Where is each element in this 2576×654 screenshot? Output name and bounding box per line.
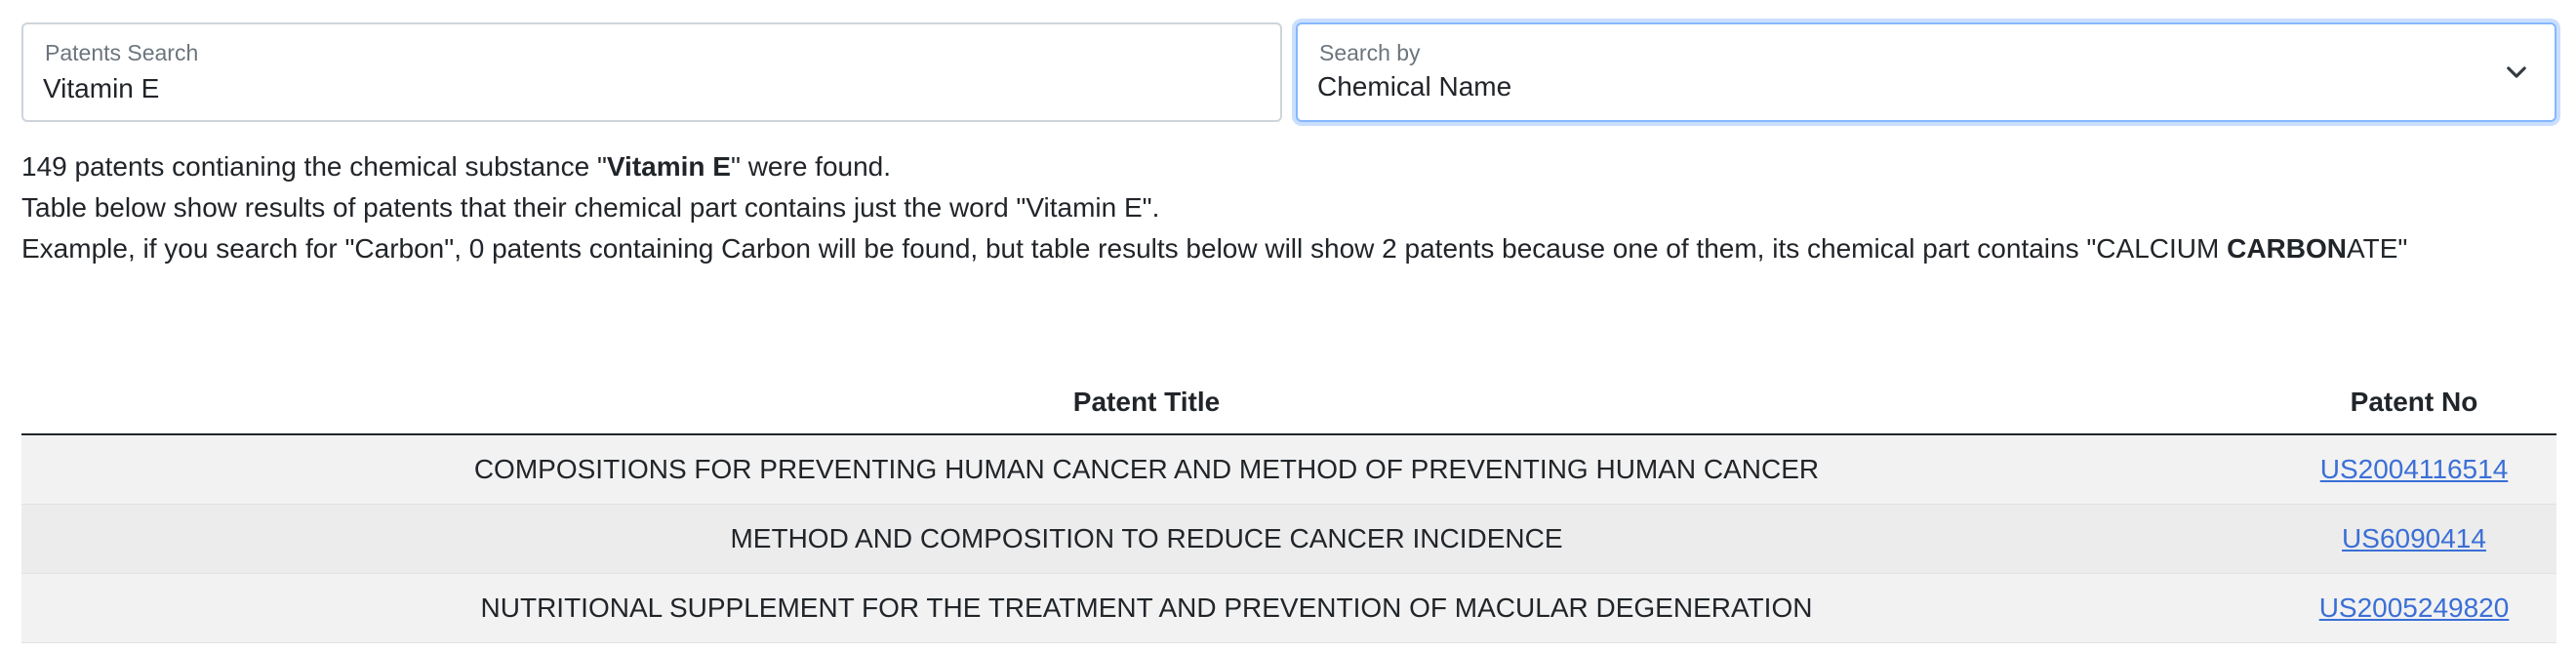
patent-link[interactable]: US2004116514 <box>2320 454 2509 484</box>
patents-table: Patent Title Patent No COMPOSITIONS FOR … <box>21 371 2556 643</box>
patent-no-cell: US6090414 <box>2272 504 2556 574</box>
search-by-selected-value: Chemical Name <box>1317 71 1512 102</box>
chevron-down-icon[interactable] <box>2506 61 2527 83</box>
page: Patents Search Search by Chemical Name 1… <box>0 0 2576 654</box>
patent-link[interactable]: US6090414 <box>2342 523 2486 553</box>
table-row: METHOD AND COMPOSITION TO REDUCE CANCER … <box>21 504 2556 574</box>
results-count: 149 <box>21 151 67 182</box>
patent-no-cell: US2005249820 <box>2272 573 2556 643</box>
table-row: COMPOSITIONS FOR PREVENTING HUMAN CANCER… <box>21 434 2556 505</box>
search-by-label: Search by <box>1319 40 1421 65</box>
results-count-line: 149 patents contianing the chemical subs… <box>21 146 2556 187</box>
patent-no-cell: US2004116514 <box>2272 434 2556 505</box>
example-bold: CARBON <box>2227 233 2347 264</box>
results-count-suffix: " were found. <box>730 151 892 182</box>
example-line: Example, if you search for "Carbon", 0 p… <box>21 228 2556 269</box>
patent-title-cell: METHOD AND COMPOSITION TO REDUCE CANCER … <box>21 504 2272 574</box>
patent-title-cell: NUTRITIONAL SUPPLEMENT FOR THE TREATMENT… <box>21 573 2272 643</box>
patent-link[interactable]: US2005249820 <box>2319 593 2510 623</box>
search-term: Vitamin E <box>606 151 731 182</box>
results-count-text: patents contianing the chemical substanc… <box>66 151 607 182</box>
patent-title-cell: COMPOSITIONS FOR PREVENTING HUMAN CANCER… <box>21 434 2272 505</box>
table-row: NUTRITIONAL SUPPLEMENT FOR THE TREATMENT… <box>21 573 2556 643</box>
example-text: Example, if you search for "Carbon", 0 p… <box>21 233 2228 264</box>
header-patent-title: Patent Title <box>21 371 2272 435</box>
patents-search-input[interactable] <box>43 71 1214 106</box>
example-suffix: ATE" <box>2347 233 2408 264</box>
results-info: 149 patents contianing the chemical subs… <box>21 146 2556 269</box>
search-row: Patents Search Search by Chemical Name <box>21 22 2556 122</box>
table-header-row: Patent Title Patent No <box>21 371 2556 435</box>
patents-search-label: Patents Search <box>45 40 199 65</box>
table-explanation-line: Table below show results of patents that… <box>21 192 1160 223</box>
patents-search-field[interactable]: Patents Search <box>21 22 1282 122</box>
search-by-select[interactable]: Search by Chemical Name <box>1296 22 2556 122</box>
header-patent-no: Patent No <box>2272 371 2556 435</box>
